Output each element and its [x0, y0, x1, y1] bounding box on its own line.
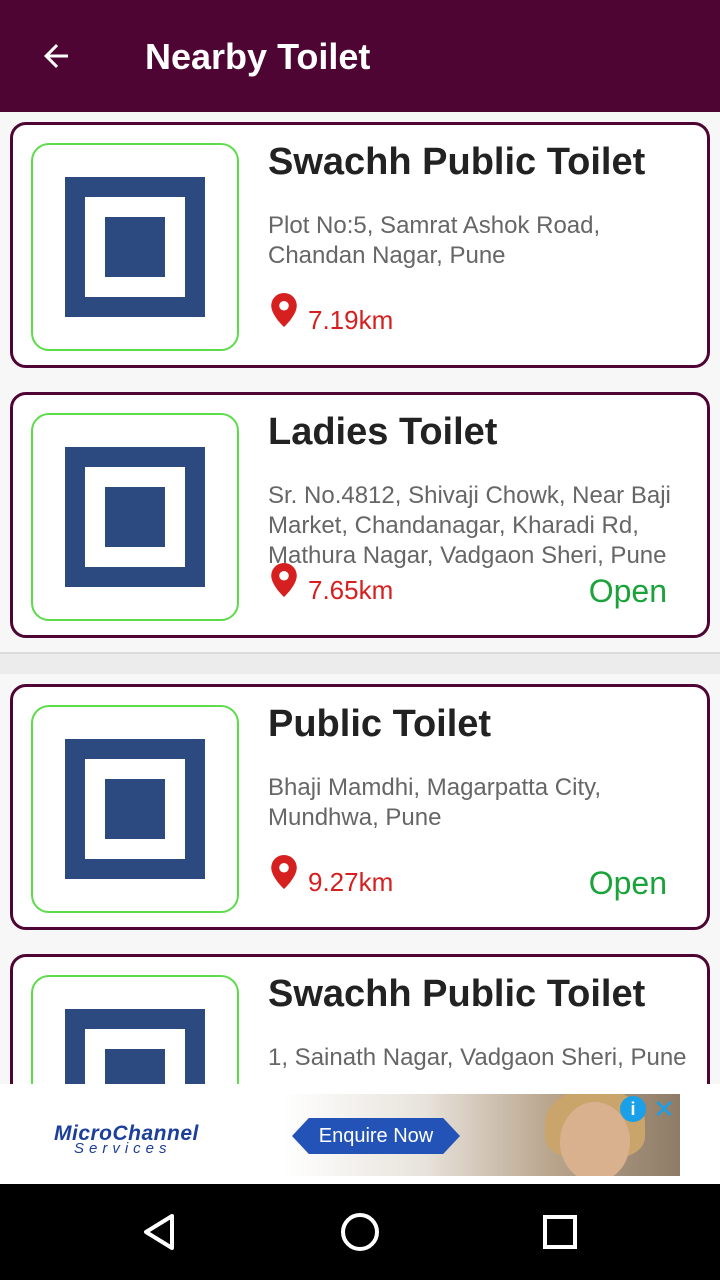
map-pin-icon: [271, 855, 297, 889]
arrow-left-icon: [44, 44, 68, 68]
nav-recents-square-icon: [543, 1215, 577, 1249]
nav-back-button[interactable]: [130, 1204, 190, 1260]
toilet-address: Sr. No.4812, Shivaji Chowk, Near Baji Ma…: [268, 482, 671, 569]
toilet-card[interactable]: Ladies Toilet Sr. No.4812, Shivaji Chowk…: [10, 392, 710, 638]
nav-recents-button[interactable]: [530, 1204, 590, 1260]
toilet-thumbnail: [31, 143, 239, 351]
list-item[interactable]: Swachh Public Toilet 1, Sainath Nagar, V…: [0, 944, 720, 1084]
toilet-placeholder-icon: [65, 177, 205, 317]
app-bar: Nearby Toilet: [0, 0, 720, 112]
toilet-placeholder-icon: [65, 447, 205, 587]
toilet-placeholder-icon: [65, 1009, 205, 1084]
toilet-thumbnail: [31, 975, 239, 1084]
system-nav-bar: [0, 1184, 720, 1280]
nav-home-circle-icon: [341, 1213, 379, 1251]
toilet-card[interactable]: Swachh Public Toilet Plot No:5, Samrat A…: [10, 122, 710, 368]
distance-label: 9.27km: [308, 867, 394, 897]
toilet-thumbnail: [31, 413, 239, 621]
toilet-address: Bhaji Mamdhi, Magarpatta City, Mundhwa, …: [268, 774, 602, 831]
ad-banner[interactable]: MicroChannel Services Enquire Now i ✕: [0, 1084, 720, 1184]
list-item[interactable]: Ladies Toilet Sr. No.4812, Shivaji Chowk…: [0, 382, 720, 654]
ad-model-face: [560, 1102, 630, 1176]
status-label: Open: [588, 865, 667, 901]
status-label: Open: [588, 573, 667, 609]
close-icon[interactable]: ✕: [650, 1094, 678, 1124]
info-icon[interactable]: i: [620, 1096, 646, 1122]
distance-label: 7.65km: [308, 575, 394, 605]
distance-label: 7.19km: [308, 305, 394, 335]
toilet-address: Plot No:5, Samrat Ashok Road, Chandan Na…: [268, 212, 601, 269]
toilet-placeholder-icon: [65, 739, 205, 879]
list-item[interactable]: Public Toilet Bhaji Mamdhi, Magarpatta C…: [0, 674, 720, 946]
toilet-card[interactable]: Public Toilet Bhaji Mamdhi, Magarpatta C…: [10, 684, 710, 930]
toilet-address: 1, Sainath Nagar, Vadgaon Sheri, Pune: [268, 1044, 687, 1071]
toilet-list[interactable]: Swachh Public Toilet Plot No:5, Samrat A…: [0, 112, 720, 1084]
nav-back-triangle-icon: [144, 1214, 174, 1250]
list-item[interactable]: Swachh Public Toilet Plot No:5, Samrat A…: [0, 112, 720, 384]
map-pin-icon: [271, 293, 297, 327]
toilet-card[interactable]: Swachh Public Toilet 1, Sainath Nagar, V…: [10, 954, 710, 1084]
ad-creative[interactable]: MicroChannel Services Enquire Now i ✕: [40, 1094, 680, 1176]
toilet-name: Public Toilet: [268, 703, 492, 745]
toilet-name: Swachh Public Toilet: [268, 973, 646, 1015]
toilet-thumbnail: [31, 705, 239, 913]
ad-enquire-button[interactable]: Enquire Now: [292, 1118, 460, 1154]
toilet-name: Ladies Toilet: [268, 411, 498, 453]
ad-brand-tagline: Services: [74, 1140, 172, 1157]
map-pin-icon: [271, 563, 297, 597]
toilet-name: Swachh Public Toilet: [268, 141, 646, 183]
back-button[interactable]: [28, 30, 84, 82]
page-title: Nearby Toilet: [145, 36, 371, 77]
nav-home-button[interactable]: [330, 1204, 390, 1260]
